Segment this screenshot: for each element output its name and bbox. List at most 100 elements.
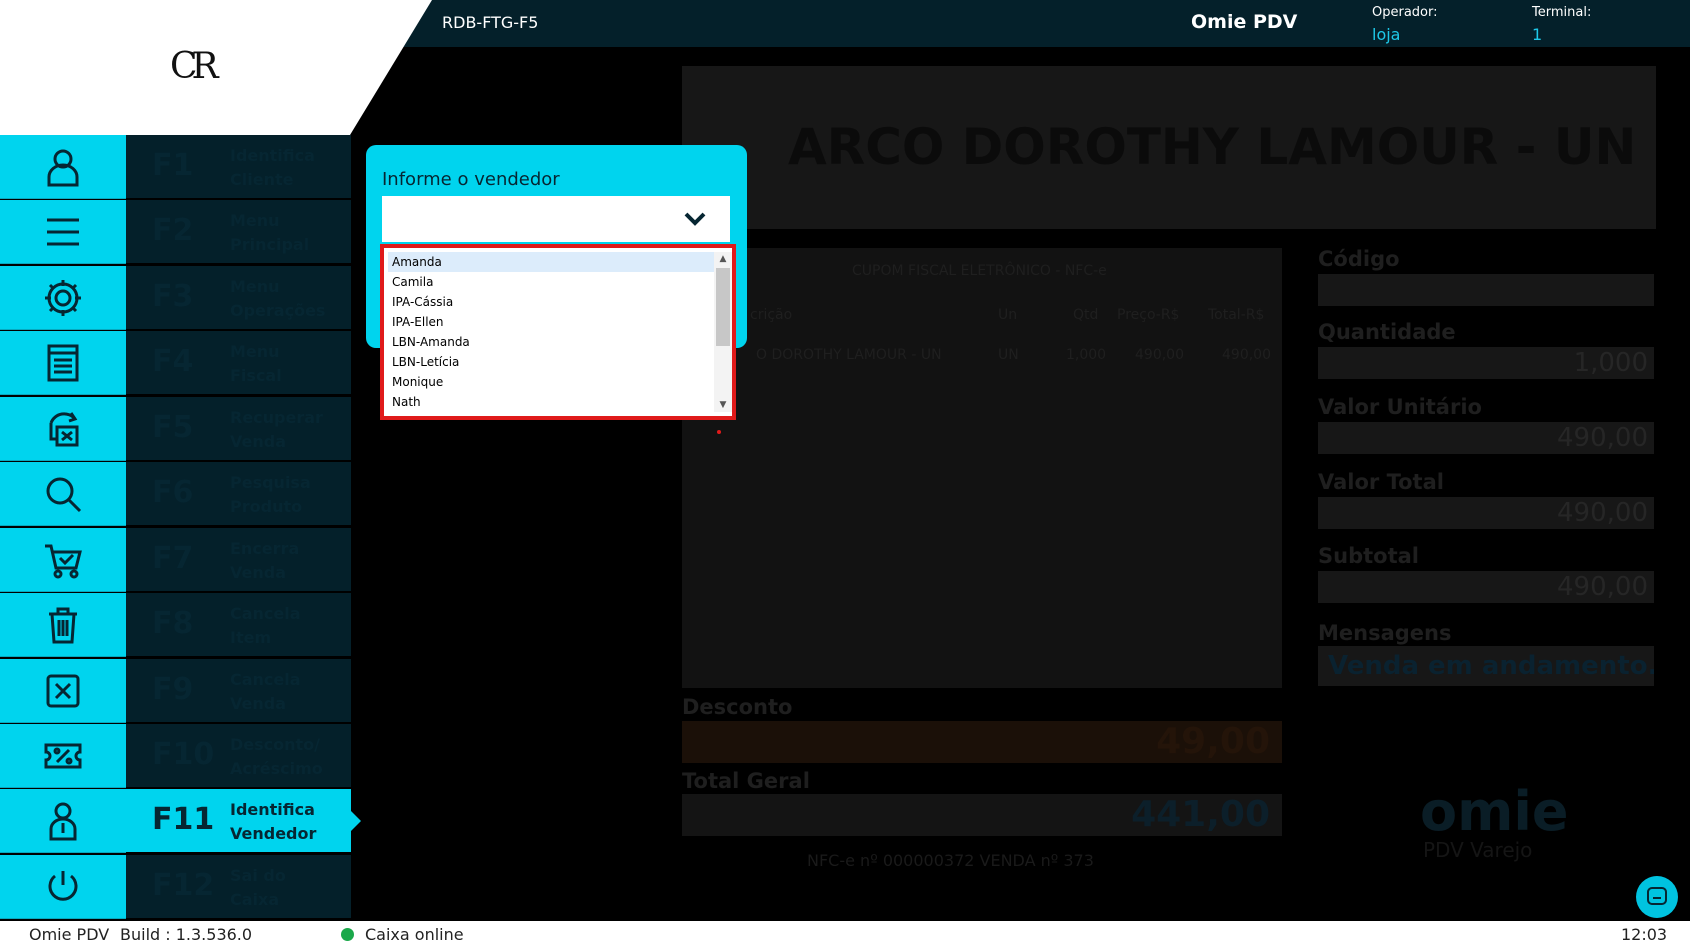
fkey-label: Cancela Venda [230,670,301,713]
status-time: 12:03 [1621,925,1668,944]
option-lbn-leticia[interactable]: LBN-Letícia [388,352,714,372]
desconto-field: 49,00 [682,721,1282,763]
fkey-f7[interactable]: F7 Encerra Venda [0,528,351,592]
fkey-f5[interactable]: F5 Recuperar Venda [0,397,351,461]
fkey-label: Recuperar Venda [230,408,323,451]
status-build: Build : 1.3.536.0 [120,925,253,944]
fkey-code: F5 [152,410,194,445]
operator-value: loja [1372,25,1401,44]
fkey-code: F12 [152,868,215,903]
col-total: Total-R$ [1208,307,1265,323]
function-key-sidebar: F1 Identifica Cliente F2 Menu Principal F3… [0,135,361,921]
subtotal-field: 490,00 [1318,571,1654,603]
mensagens-label: Mensagens [1318,621,1452,645]
codigo-field[interactable] [1318,274,1654,306]
seller-dropdown-list: Amanda Camila IPA-Cássia IPA-Ellen LBN-A… [380,244,736,420]
scroll-down-icon[interactable]: ▼ [714,398,732,412]
fkey-code: F8 [152,606,194,641]
fkey-code: F1 [152,148,194,183]
valor-unitario-label: Valor Unitário [1318,395,1482,419]
company-logo: CR [170,46,219,87]
pos-window: RDB-FTG-F5 Omie PDV Operador: loja Termi… [0,0,1690,947]
fkey-label: Cancela Item [230,604,301,647]
scroll-up-icon[interactable]: ▲ [714,252,732,266]
fkey-f11[interactable]: F11 Identifica Vendedor [0,789,361,853]
chevron-down-icon[interactable] [682,206,708,232]
trash-icon [0,593,126,657]
fkey-code: F7 [152,541,194,576]
row-total: 490,00 [1222,347,1271,363]
fkey-code: F6 [152,475,194,510]
percent-ticket-icon [0,724,126,788]
col-qtd: Qtd [1073,307,1099,323]
desconto-label: Desconto [682,695,793,719]
receipt-heading: CUPOM FISCAL ELETRÔNICO - NFC-e [852,263,1107,279]
fkey-code: F10 [152,737,215,772]
quantidade-label: Quantidade [1318,320,1456,344]
seller-select[interactable] [382,196,730,242]
menu-icon [0,200,126,264]
valor-total-label: Valor Total [1318,470,1444,494]
product-title: ARCO DOROTHY LAMOUR - UN [788,118,1637,176]
terminal-label: Terminal: [1532,5,1592,20]
option-lbn-amanda[interactable]: LBN-Amanda [388,332,714,352]
online-status-icon [341,928,354,941]
scroll-thumb[interactable] [716,268,730,346]
fkey-label: Menu Fiscal [230,342,282,385]
fkey-code: F2 [152,213,194,248]
status-app-name: Omie PDV [29,925,110,944]
status-caixa: Caixa online [365,925,464,944]
dropdown-options: Amanda Camila IPA-Cássia IPA-Ellen LBN-A… [388,252,732,412]
option-monique[interactable]: Monique [388,372,714,392]
option-nath[interactable]: Nath [388,392,714,412]
col-preco: Preço-R$ [1117,307,1180,323]
fkey-f1[interactable]: F1 Identifica Cliente [0,135,351,199]
fkey-label: Desconto/ Acréscimo [230,735,323,778]
fkey-label: Sai do Caixa [230,866,286,909]
fkey-f12[interactable]: F12 Sai do Caixa [0,855,351,919]
fkey-f2[interactable]: F2 Menu Principal [0,200,351,264]
fkey-f6[interactable]: F6 Pesquisa Produto [0,462,351,526]
option-camila[interactable]: Camila [388,272,714,292]
total-geral-label: Total Geral [682,769,810,793]
terminal-value: 1 [1532,25,1543,44]
row-un: UN [998,347,1019,363]
row-descricao: O DOROTHY LAMOUR - UN [756,347,942,363]
dropdown-scrollbar[interactable]: ▲ ▼ [714,252,732,412]
fkey-f8[interactable]: F8 Cancela Item [0,593,351,657]
fkey-label: Identifica Cliente [230,146,315,189]
fkey-label: Identifica Vendedor [230,800,317,843]
power-icon [0,855,126,919]
receipt-icon [0,331,126,395]
app-title: Omie PDV [1191,11,1298,33]
quantidade-field[interactable]: 1,000 [1318,347,1654,379]
active-indicator [351,811,361,831]
fkey-f3[interactable]: F3 Menu Operações [0,266,351,330]
row-qtd: 1,000 [1066,347,1107,363]
chat-button[interactable] [1636,876,1678,918]
user-icon [0,135,126,199]
option-amanda[interactable]: Amanda [388,252,714,272]
marker-dot [717,430,721,434]
fkey-f9[interactable]: F9 Cancela Venda [0,659,351,723]
row-preco: 490,00 [1135,347,1184,363]
option-ipa-cassia[interactable]: IPA-Cássia [388,292,714,312]
fkey-f10[interactable]: F10 Desconto/ Acréscimo [0,724,351,788]
fkey-label: Encerra Venda [230,539,300,582]
cancel-box-icon [0,659,126,723]
option-ipa-ellen[interactable]: IPA-Ellen [388,312,714,332]
fkey-label: Pesquisa Produto [230,473,311,516]
nfce-info: NFC-e nº 000000372 VENDA nº 373 [807,851,1094,870]
fkey-f4[interactable]: F4 Menu Fiscal [0,331,351,395]
operator-label: Operador: [1372,5,1438,20]
col-descricao: crição [750,307,793,323]
valor-unitario-field: 490,00 [1318,422,1654,454]
modal-label: Informe o vendedor [382,169,560,190]
fkey-label: Menu Principal [230,211,310,254]
recover-icon [0,397,126,461]
omie-logo: omie [1420,780,1569,843]
fkey-code: F9 [152,672,194,707]
codigo-label: Código [1318,247,1400,271]
valor-total-field: 490,00 [1318,497,1654,529]
gear-icon [0,266,126,330]
